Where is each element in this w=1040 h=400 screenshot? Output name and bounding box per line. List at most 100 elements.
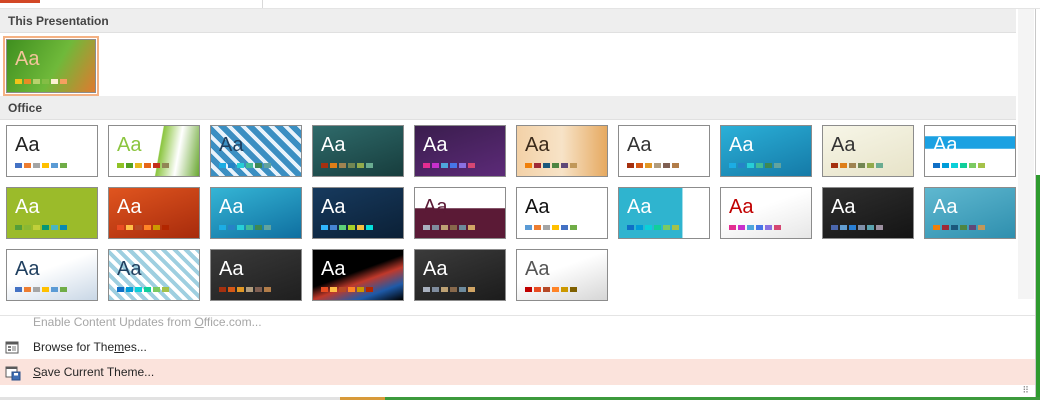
theme-color-swatches xyxy=(321,163,373,168)
color-swatch xyxy=(933,225,940,230)
theme-thumbnail[interactable]: Aa xyxy=(108,125,200,177)
color-swatch xyxy=(534,287,541,292)
color-swatch xyxy=(774,225,781,230)
color-swatch xyxy=(366,287,373,292)
theme-preview: Aa xyxy=(822,125,914,177)
theme-color-swatches xyxy=(933,163,985,168)
color-swatch xyxy=(468,225,475,230)
theme-preview: Aa xyxy=(720,125,812,177)
color-swatch xyxy=(765,163,772,168)
color-swatch xyxy=(153,225,160,230)
theme-thumbnail[interactable]: Aa xyxy=(516,125,608,177)
gallery-scrollbar[interactable] xyxy=(1018,9,1034,299)
theme-sample-text: Aa xyxy=(729,196,754,218)
color-swatch xyxy=(858,163,865,168)
color-swatch xyxy=(348,287,355,292)
theme-sample-text: Aa xyxy=(933,134,958,156)
theme-color-swatches xyxy=(627,163,679,168)
color-swatch xyxy=(441,287,448,292)
color-swatch xyxy=(960,225,967,230)
color-swatch xyxy=(162,225,169,230)
theme-thumbnail[interactable]: Aa xyxy=(108,249,200,301)
menu-save-current-theme[interactable]: Save Current Theme... xyxy=(0,359,1035,385)
color-swatch xyxy=(525,287,532,292)
color-swatch xyxy=(348,163,355,168)
color-swatch xyxy=(738,163,745,168)
theme-thumbnail[interactable]: Aa xyxy=(210,187,302,239)
theme-sample-text: Aa xyxy=(15,134,40,156)
color-swatch xyxy=(51,225,58,230)
theme-sample-text: Aa xyxy=(423,258,448,280)
color-swatch xyxy=(543,225,550,230)
ribbon-accent xyxy=(0,0,40,3)
color-swatch xyxy=(867,225,874,230)
color-swatch xyxy=(339,287,346,292)
theme-sample-text: Aa xyxy=(117,258,142,280)
theme-thumbnail[interactable]: Aa xyxy=(618,125,710,177)
color-swatch xyxy=(357,287,364,292)
theme-thumbnail[interactable]: Aa xyxy=(720,125,812,177)
theme-thumbnail[interactable]: Aa xyxy=(210,125,302,177)
color-swatch xyxy=(978,225,985,230)
theme-color-swatches xyxy=(15,79,67,84)
color-swatch xyxy=(738,225,745,230)
theme-thumbnail-current[interactable]: Aa xyxy=(3,36,99,96)
color-swatch xyxy=(663,163,670,168)
color-swatch xyxy=(60,163,67,168)
theme-thumbnail[interactable]: Aa xyxy=(312,187,404,239)
color-swatch xyxy=(135,163,142,168)
theme-thumbnail[interactable]: Aa xyxy=(618,187,710,239)
theme-thumbnail[interactable]: Aa xyxy=(924,125,1016,177)
color-swatch xyxy=(459,287,466,292)
color-swatch xyxy=(219,225,226,230)
color-swatch xyxy=(441,225,448,230)
theme-thumbnail[interactable]: Aa xyxy=(516,249,608,301)
theme-color-swatches xyxy=(423,163,475,168)
color-swatch xyxy=(951,225,958,230)
color-swatch xyxy=(117,163,124,168)
color-swatch xyxy=(534,163,541,168)
color-swatch xyxy=(672,163,679,168)
theme-thumbnail[interactable]: Aa xyxy=(414,187,506,239)
theme-color-swatches xyxy=(117,163,169,168)
color-swatch xyxy=(33,225,40,230)
theme-preview: Aa xyxy=(414,187,506,239)
theme-preview: Aa xyxy=(924,187,1016,239)
color-swatch xyxy=(570,163,577,168)
theme-thumbnail[interactable]: Aa xyxy=(822,125,914,177)
color-swatch xyxy=(636,225,643,230)
theme-thumbnail[interactable]: Aa xyxy=(6,187,98,239)
color-swatch xyxy=(126,287,133,292)
themes-gallery-dropdown: This Presentation Aa Office Aa Aa Aa Aa Aa Aa… xyxy=(0,9,1036,398)
menu-browse-for-themes[interactable]: Browse for Themes... xyxy=(0,334,1035,360)
theme-thumbnail[interactable]: Aa xyxy=(312,125,404,177)
color-swatch xyxy=(552,225,559,230)
theme-thumbnail[interactable]: Aa xyxy=(6,249,98,301)
theme-color-swatches xyxy=(423,225,475,230)
theme-thumbnail[interactable]: Aa xyxy=(516,187,608,239)
resize-grip[interactable]: ⠿ xyxy=(1022,386,1029,395)
menu-label: Enable Content Updates from Office.com..… xyxy=(33,315,262,329)
color-swatch xyxy=(42,225,49,230)
theme-thumbnail[interactable]: Aa xyxy=(312,249,404,301)
color-swatch xyxy=(144,163,151,168)
theme-thumbnail[interactable]: Aa xyxy=(924,187,1016,239)
theme-preview: Aa xyxy=(108,187,200,239)
color-swatch xyxy=(33,79,40,84)
theme-thumbnail[interactable]: Aa xyxy=(414,125,506,177)
theme-thumbnail[interactable]: Aa xyxy=(822,187,914,239)
color-swatch xyxy=(357,163,364,168)
color-swatch xyxy=(636,163,643,168)
theme-thumbnail[interactable]: Aa xyxy=(414,249,506,301)
color-swatch xyxy=(255,287,262,292)
theme-thumbnail[interactable]: Aa xyxy=(6,125,98,177)
theme-thumbnail[interactable]: Aa xyxy=(108,187,200,239)
color-swatch xyxy=(561,225,568,230)
color-swatch xyxy=(366,225,373,230)
theme-preview: Aa xyxy=(414,249,506,301)
color-swatch xyxy=(219,287,226,292)
theme-thumbnail[interactable]: Aa xyxy=(720,187,812,239)
theme-thumbnail[interactable]: Aa xyxy=(210,249,302,301)
color-swatch xyxy=(459,163,466,168)
color-swatch xyxy=(255,225,262,230)
